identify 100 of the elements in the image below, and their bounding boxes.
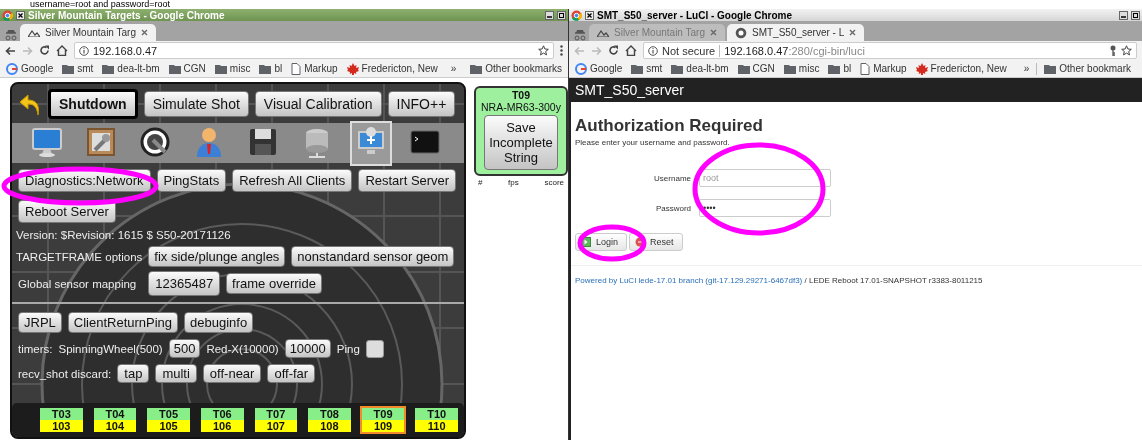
bookmark[interactable]: Fredericton, New	[915, 62, 1007, 75]
back-arrow-icon[interactable]	[5, 45, 16, 56]
action-button[interactable]: ClientReturnPing	[67, 312, 179, 333]
bookmark[interactable]: misc	[214, 63, 251, 74]
page-icon	[291, 62, 302, 75]
back-arrow-icon[interactable]	[18, 91, 42, 117]
url-text: 192.168.0.47	[93, 44, 158, 57]
highlight-ellipse	[577, 224, 647, 262]
bookmark[interactable]: CGN	[168, 63, 206, 74]
chrome-logo-icon	[571, 9, 582, 21]
input-field[interactable]: root	[699, 169, 831, 187]
input-field[interactable]: ••••	[699, 199, 831, 217]
bookmark[interactable]: Other bookmarks	[470, 63, 562, 74]
bookmark[interactable]: Other bookmark	[1044, 63, 1131, 74]
security-label: Not secure	[662, 44, 721, 57]
bookmarks-overflow-button[interactable]: »	[450, 63, 457, 74]
action-button[interactable]: 12365487	[148, 271, 221, 296]
g-logo-icon	[6, 62, 18, 75]
bookmark[interactable]: Google	[575, 62, 623, 75]
target-tile[interactable]: T10 110	[413, 406, 460, 434]
folder-icon	[168, 63, 181, 74]
address-bar[interactable]: Not secure 192.168.0.47:280/cgi-bin/luci	[643, 42, 1137, 59]
bookmark[interactable]: bl	[828, 63, 852, 74]
luci-link[interactable]: Powered by LuCI lede-17.01 branch (git-17.129.29271-6467df3)	[575, 276, 803, 285]
target-tile[interactable]: T08 108	[306, 406, 353, 434]
action-button[interactable]: nonstandard sensor geom	[291, 246, 455, 267]
incognito-icon	[4, 29, 18, 41]
star-icon[interactable]	[538, 45, 549, 56]
computer-icon[interactable]	[350, 120, 392, 166]
target-tile[interactable]: T06 106	[198, 406, 246, 434]
bookmark[interactable]: bl	[259, 63, 283, 74]
action-button[interactable]: multi	[155, 364, 197, 383]
action-button[interactable]: tap	[117, 364, 150, 383]
target-tile[interactable]: T04 104	[91, 406, 139, 434]
browser-tab[interactable]: SMT_S50_server - L	[727, 24, 865, 41]
bookmarks-overflow-button[interactable]: »	[1023, 63, 1030, 74]
version-text: Version: $Revision: 1615 $ S50-20171126	[16, 229, 231, 241]
window-title: Silver Mountain Targets - Google Chrome	[28, 9, 226, 21]
home-icon[interactable]	[56, 45, 68, 56]
g-logo-icon	[575, 62, 587, 75]
bookmark[interactable]: dea-lt-bm	[102, 63, 160, 74]
action-button[interactable]: 500	[168, 339, 201, 358]
column-header: fps	[508, 178, 519, 187]
target-tile[interactable]: T03 103	[38, 406, 85, 434]
ping-label: Ping	[336, 342, 360, 355]
browser-tab[interactable]: Silver Mountain Targ	[20, 24, 156, 41]
bookmark[interactable]: Markup	[291, 62, 338, 75]
maximize-icon[interactable]	[1131, 10, 1140, 20]
target-tile[interactable]: T07 107	[252, 406, 300, 434]
target-tile[interactable]: T05 105	[145, 406, 192, 434]
minimize-icon[interactable]	[1119, 10, 1128, 20]
bookmark[interactable]: smt	[631, 63, 663, 74]
toolbar-button[interactable]: Shutdown	[48, 89, 138, 119]
action-button[interactable]: fix side/plunge angles	[148, 246, 286, 267]
bookmark[interactable]: dea-lt-bm	[671, 63, 729, 74]
action-button[interactable]: JRPL	[18, 312, 62, 333]
footer-text: Powered by LuCI lede-17.01 branch (git-17.129.29271-6467df3) / LEDE Reboot 17.01-SNAPSHOT r3383-8011215	[575, 276, 984, 285]
timers-label: timers:	[18, 342, 53, 355]
target-tile[interactable]: T09 109	[359, 406, 407, 434]
page-header: SMT_S50_server	[571, 78, 1142, 102]
close-icon[interactable]	[16, 10, 25, 20]
action-button[interactable]: Refresh All Clients	[232, 169, 353, 192]
target-name: T09	[511, 89, 531, 101]
bookmark[interactable]: misc	[783, 63, 820, 74]
reload-icon[interactable]	[39, 45, 50, 56]
folder-icon	[102, 63, 115, 74]
menu-icon[interactable]	[560, 45, 563, 56]
caption-text: username=root and password=root	[29, 0, 172, 9]
action-button[interactable]: debuginfo	[184, 312, 254, 333]
action-button[interactable]: 10000	[284, 339, 331, 358]
action-button[interactable]: frame override	[226, 273, 322, 294]
action-button[interactable]: PingStats	[156, 169, 227, 192]
save-button[interactable]: Save Incomplete String	[484, 115, 558, 170]
folder-icon	[631, 63, 644, 74]
incognito-icon	[573, 29, 587, 41]
action-button[interactable]: off-near	[202, 364, 262, 383]
key-icon[interactable]	[1109, 45, 1117, 56]
folder-icon	[214, 63, 227, 74]
toolbar-button[interactable]: Simulate Shot	[143, 91, 249, 117]
address-bar[interactable]: 192.168.0.47	[74, 42, 554, 59]
page-icon	[860, 62, 871, 75]
maple-leaf-icon	[915, 62, 928, 75]
info-icon	[648, 45, 658, 56]
bookmark[interactable]: smt	[62, 63, 94, 74]
toolbar-button[interactable]: Visual Calibration	[254, 91, 382, 117]
bookmark[interactable]: Fredericton, New	[346, 62, 438, 75]
close-icon[interactable]	[585, 10, 594, 20]
reload-icon[interactable]	[608, 45, 619, 56]
maximize-icon[interactable]	[557, 10, 566, 20]
home-icon[interactable]	[625, 45, 637, 56]
maple-leaf-icon	[346, 62, 359, 75]
minimize-icon[interactable]	[545, 10, 554, 20]
toolbar-button[interactable]: INFO++	[387, 91, 456, 117]
star-icon[interactable]	[1121, 45, 1132, 56]
bookmark[interactable]: Google	[6, 62, 54, 75]
action-button[interactable]: off-far	[267, 364, 316, 383]
bookmark[interactable]: Markup	[860, 62, 907, 75]
window-title: SMT_S50_server - LuCI - Google Chrome	[597, 9, 794, 21]
action-button[interactable]: Restart Server	[358, 169, 457, 192]
bookmark[interactable]: CGN	[737, 63, 775, 74]
